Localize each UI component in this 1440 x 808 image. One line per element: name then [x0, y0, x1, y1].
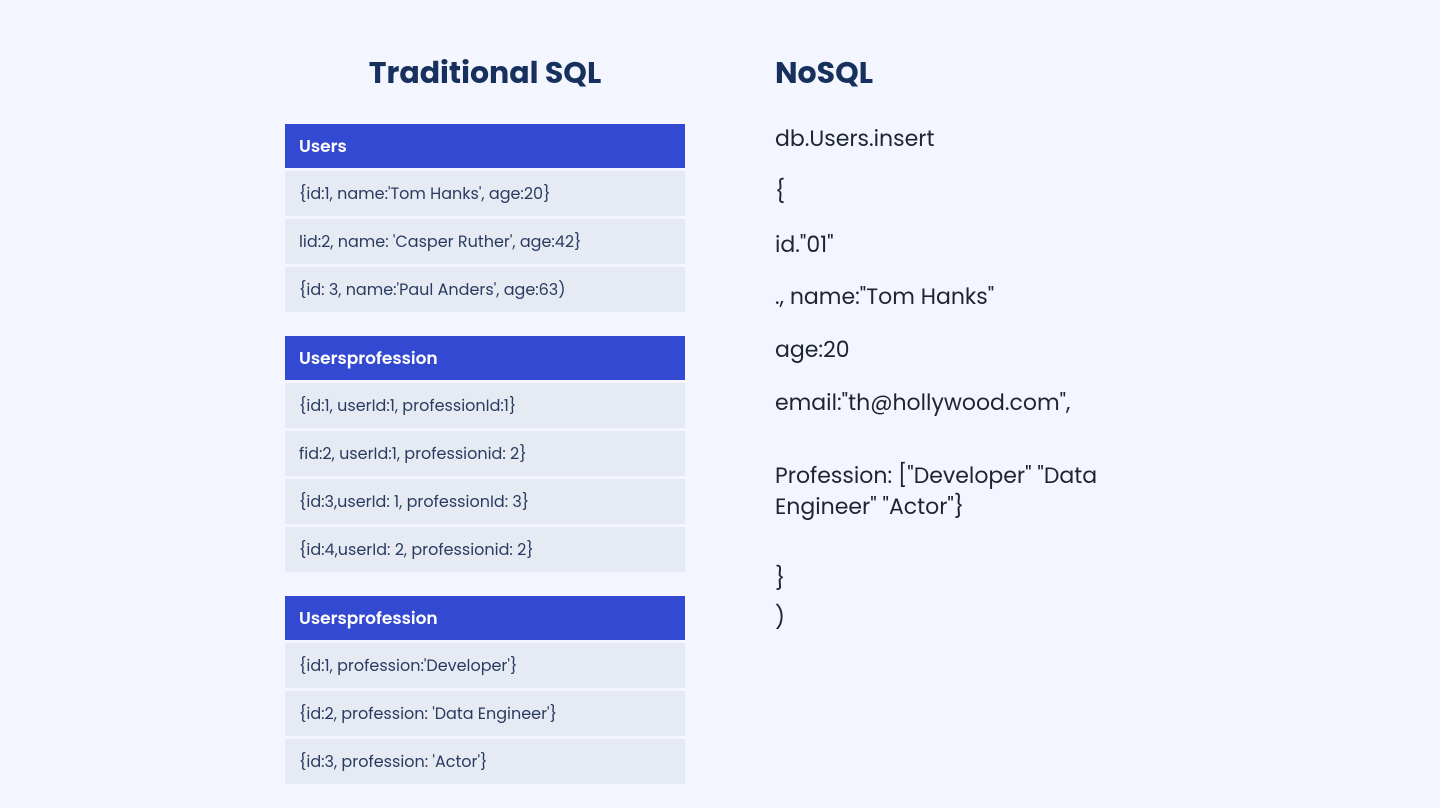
code-gap [775, 544, 1155, 564]
sql-column: Traditional SQL Users {id:1, name:'Tom H… [285, 50, 685, 808]
nosql-title: NoSQL [775, 50, 1155, 96]
table-row: {id: 3, name:'Paul Anders', age:63) [285, 267, 685, 312]
sql-table-header: Usersprofession [285, 596, 685, 640]
table-row: {id:3, profession: 'Actor'} [285, 739, 685, 784]
code-gap [775, 441, 1155, 461]
sql-table-usersprofession-2: Usersprofession {id:1, profession:'Devel… [285, 596, 685, 784]
code-line: db.Users.insert [775, 124, 1155, 155]
table-row: {id:3,userId: 1, professionId: 3} [285, 479, 685, 524]
code-line: { [775, 177, 1155, 208]
sql-table-header: Usersprofession [285, 336, 685, 380]
sql-table-usersprofession-1: Usersprofession {id:1, userId:1, profess… [285, 336, 685, 572]
table-row: {id:2, profession: 'Data Engineer'} [285, 691, 685, 736]
code-line: ., name:"Tom Hanks" [775, 282, 1155, 313]
comparison-container: Traditional SQL Users {id:1, name:'Tom H… [170, 50, 1270, 808]
table-row: {id:1, userId:1, professionId:1} [285, 383, 685, 428]
table-row: lid:2, name: 'Casper Ruther', age:42} [285, 219, 685, 264]
sql-table-users: Users {id:1, name:'Tom Hanks', age:20} l… [285, 124, 685, 312]
sql-title: Traditional SQL [285, 50, 685, 96]
table-row: {id:4,userId: 2, professionid: 2} [285, 527, 685, 572]
code-line: age:20 [775, 335, 1155, 366]
table-row: fid:2, userId:1, professionid: 2} [285, 431, 685, 476]
code-line: ) [775, 603, 1155, 634]
code-line: id."01" [775, 230, 1155, 261]
table-row: {id:1, name:'Tom Hanks', age:20} [285, 171, 685, 216]
table-row: {id:1, profession:'Developer'} [285, 643, 685, 688]
nosql-code-block: db.Users.insert { id."01" ., name:"Tom H… [775, 124, 1155, 656]
code-line: Profession: ["Developer" "Data Engineer"… [775, 461, 1155, 523]
code-line: email:"th@hollywood.com", [775, 388, 1155, 419]
nosql-column: NoSQL db.Users.insert { id."01" ., name:… [775, 50, 1155, 808]
code-line: } [775, 564, 1155, 595]
sql-table-header: Users [285, 124, 685, 168]
